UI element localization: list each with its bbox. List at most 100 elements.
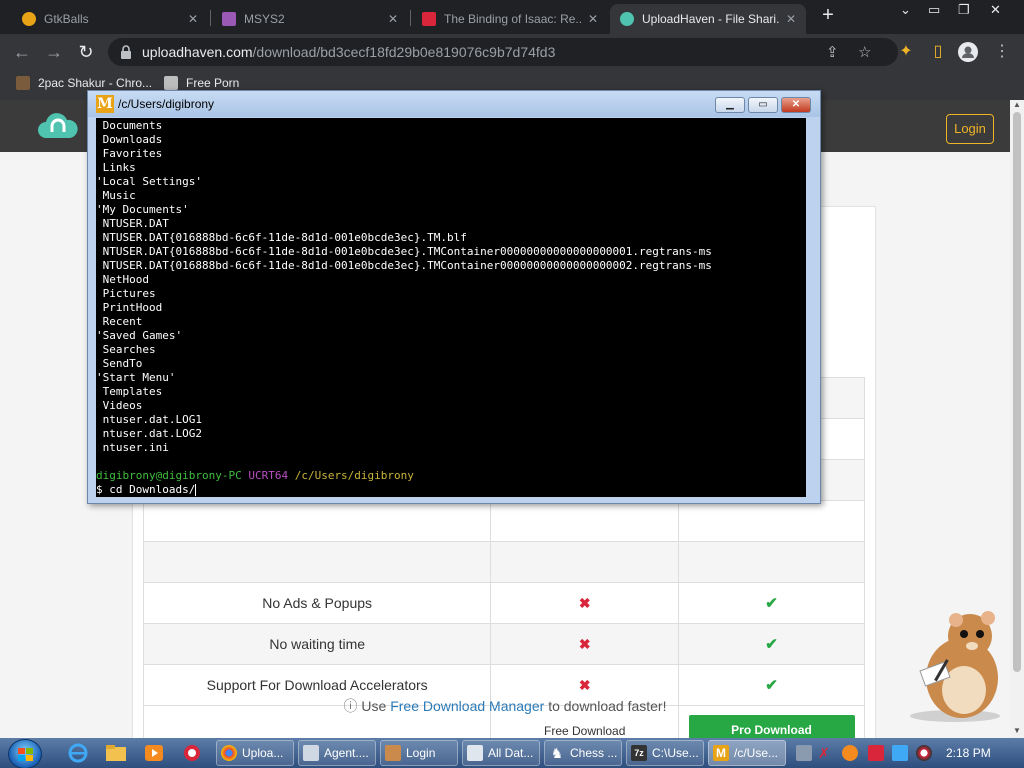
extensions-icon[interactable]: ✦	[896, 42, 916, 62]
login-button[interactable]: Login	[946, 114, 994, 144]
page-scrollbar[interactable]: ▲ ▼	[1010, 100, 1024, 740]
terminal-title-bar[interactable]: M /c/Users/digibrony ▁ ▭ ✕	[88, 91, 820, 117]
hamster-mascot-image	[910, 611, 1000, 722]
msys2-logo-icon: M	[96, 95, 114, 113]
new-tab-button[interactable]: +	[818, 5, 838, 26]
free-download-button[interactable]: Free Download	[544, 724, 625, 738]
taskbar-item-7zip[interactable]: 7z C:\Use...	[626, 740, 704, 766]
share-icon[interactable]: ⇪	[826, 43, 839, 61]
free-cell: ✖	[490, 623, 680, 665]
address-bar[interactable]: uploadhaven.com/download/bd3cecf18fd29b0…	[108, 38, 898, 66]
start-button[interactable]	[8, 739, 42, 768]
info-icon: ⓘ	[343, 698, 358, 714]
clock[interactable]: 2:18 PM	[946, 746, 991, 760]
scroll-up-icon[interactable]: ▲	[1012, 100, 1022, 109]
taskbar-item-chrome[interactable]: Uploa...	[216, 740, 294, 766]
terminal-line: NTUSER.DAT{016888bd-6c6f-11de-8d1d-001e0…	[96, 231, 467, 244]
feature-cell: No Ads & Popups	[142, 582, 492, 624]
tab-msys2[interactable]: MSYS2 ✕	[212, 4, 408, 34]
terminal-maximize-button[interactable]: ▭	[748, 97, 778, 113]
media-player-icon[interactable]	[142, 742, 166, 764]
taskbar-item-login[interactable]: Login	[380, 740, 458, 766]
feature-cell: No waiting time	[142, 623, 492, 665]
taskbar-item-label: Agent....	[324, 746, 369, 760]
terminal-command-line[interactable]: $ cd Downloads/	[96, 483, 806, 497]
free-cell	[490, 541, 680, 583]
bookmark-favicon-icon	[16, 76, 30, 90]
tab-divider	[210, 10, 211, 26]
taskbar-item-all-data[interactable]: All Dat...	[462, 740, 540, 766]
back-arrow-icon[interactable]: ←	[12, 42, 32, 62]
terminal-line: 'Start Menu'	[96, 371, 176, 384]
close-tab-icon[interactable]: ✕	[786, 12, 796, 26]
menu-kebab-icon[interactable]: ⋮	[992, 42, 1012, 62]
tray-volume-icon[interactable]	[916, 745, 932, 761]
table-row: No Ads & Popups ✖ ✔	[142, 582, 865, 624]
tab-title: GtkBalls	[44, 12, 89, 26]
free-cell	[490, 500, 680, 542]
msys2-terminal-window[interactable]: M /c/Users/digibrony ▁ ▭ ✕ Documents Dow…	[87, 90, 821, 504]
lock-icon	[121, 45, 131, 59]
minimize-icon[interactable]: ▭	[928, 2, 940, 18]
tab-binding-of-isaac[interactable]: The Binding of Isaac: Re... ✕	[412, 4, 608, 34]
tray-flag-icon[interactable]	[868, 745, 884, 761]
taskbar-item-agent[interactable]: Agent....	[298, 740, 376, 766]
internet-explorer-icon[interactable]	[66, 742, 90, 764]
tray-app-icon[interactable]	[796, 745, 812, 761]
taskbar-item-label: Login	[406, 746, 436, 760]
tab-favicon-icon	[222, 12, 236, 26]
note-prefix: Use	[361, 698, 387, 714]
terminal-line: ntuser.ini	[96, 441, 169, 454]
taskbar-item-chess[interactable]: ♞ Chess ...	[544, 740, 622, 766]
close-tab-icon[interactable]: ✕	[588, 12, 598, 26]
profile-avatar-icon[interactable]	[958, 42, 978, 62]
terminal-line: 'Local Settings'	[96, 175, 202, 188]
tray-search-icon[interactable]	[842, 745, 858, 761]
url-path: /download/bd3cecf18fd29b0e819076c9b7d74f…	[252, 44, 556, 60]
terminal-line: Music	[96, 189, 136, 202]
tab-gtkballs[interactable]: GtkBalls ✕	[12, 4, 208, 34]
close-tab-icon[interactable]: ✕	[188, 12, 198, 26]
bookmark-free[interactable]: Free Porn	[164, 76, 239, 90]
game-app-icon[interactable]	[180, 742, 204, 764]
cross-icon: ✖	[578, 594, 591, 611]
uploadhaven-logo-icon[interactable]	[38, 112, 78, 140]
scrollbar-thumb[interactable]	[1013, 112, 1021, 672]
taskbar-item-label: Uploa...	[242, 746, 284, 760]
forward-arrow-icon[interactable]: →	[44, 42, 64, 62]
scroll-down-icon[interactable]: ▼	[1012, 726, 1022, 735]
terminal-close-button[interactable]: ✕	[781, 97, 811, 113]
side-panel-icon[interactable]: ▯	[928, 42, 948, 62]
terminal-line: Downloads	[96, 133, 163, 146]
terminal-cursor	[195, 484, 197, 496]
free-download-manager-link[interactable]: Free Download Manager	[390, 698, 544, 714]
tab-search-icon[interactable]: ⌄	[900, 2, 911, 18]
terminal-line: ntuser.dat.LOG1	[96, 413, 202, 426]
reload-icon[interactable]: ↻	[76, 42, 96, 62]
terminal-output[interactable]: Documents Downloads Favorites Links 'Loca…	[96, 118, 806, 497]
pro-download-button[interactable]: Pro Download	[688, 715, 855, 740]
file-explorer-icon[interactable]	[104, 742, 128, 764]
tab-uploadhaven[interactable]: UploadHaven - File Shari... ✕	[610, 4, 806, 34]
check-icon: ✔	[765, 677, 778, 694]
tray-monitor-icon[interactable]	[892, 745, 908, 761]
tray-tools-icon[interactable]: ✗	[818, 745, 834, 761]
terminal-line: NTUSER.DAT{016888bd-6c6f-11de-8d1d-001e0…	[96, 245, 712, 258]
terminal-minimize-button[interactable]: ▁	[715, 97, 745, 113]
close-window-icon[interactable]: ✕	[990, 2, 1001, 18]
free-cell: ✖	[490, 582, 680, 624]
bookmark-favicon-icon	[164, 76, 178, 90]
tab-title: The Binding of Isaac: Re...	[444, 12, 582, 26]
windows-taskbar: Uploa... Agent.... Login All Dat... ♞ Ch…	[0, 738, 1024, 768]
terminal-line: Recent	[96, 315, 143, 328]
close-tab-icon[interactable]: ✕	[388, 12, 398, 26]
prompt-user: digibrony@digibrony-PC	[96, 469, 242, 482]
taskbar-item-msys2[interactable]: M /c/Use...	[708, 740, 786, 766]
msys2-logo-icon: M	[713, 745, 729, 761]
bookmark-star-icon[interactable]: ☆	[858, 43, 871, 61]
window-icon	[303, 745, 319, 761]
bookmark-2pac[interactable]: 2pac Shakur - Chro...	[16, 76, 152, 90]
terminal-line: ntuser.dat.LOG2	[96, 427, 202, 440]
restore-icon[interactable]: ❐	[958, 2, 970, 18]
terminal-line: Favorites	[96, 147, 163, 160]
